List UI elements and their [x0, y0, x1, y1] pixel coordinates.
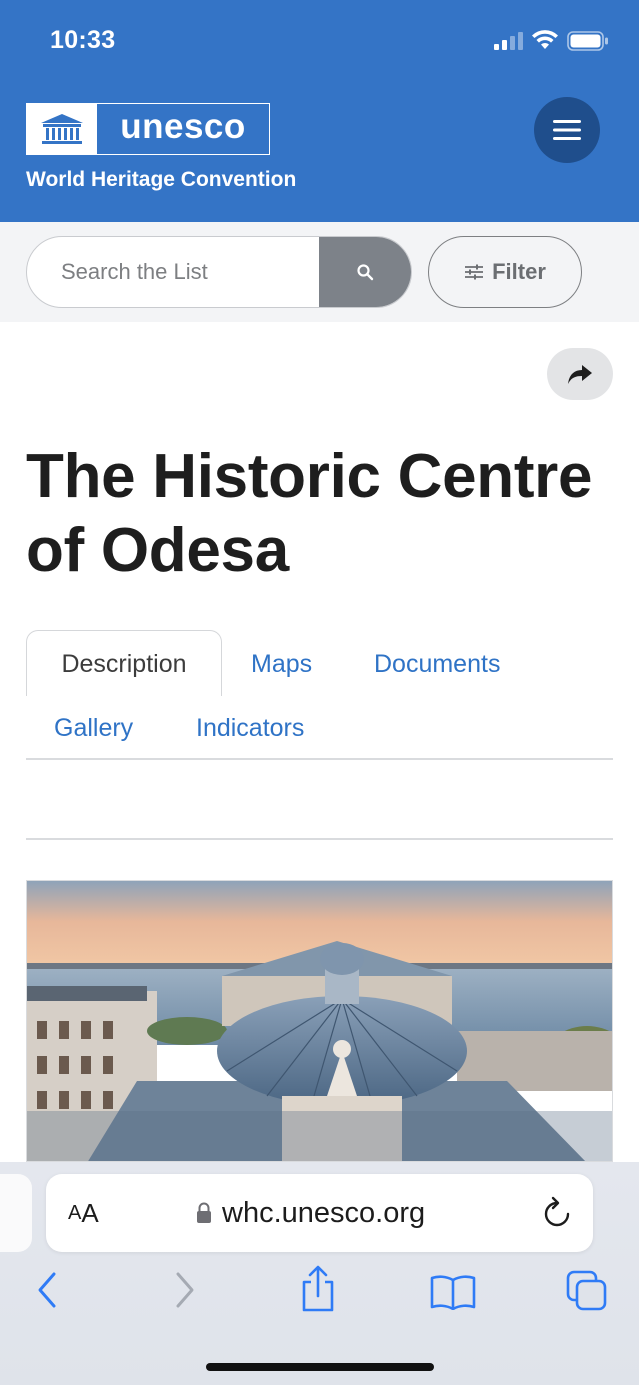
logo-wordmark: unesco: [120, 107, 246, 146]
status-time: 10:33: [50, 26, 116, 54]
menu-button[interactable]: [534, 97, 600, 163]
search-bar: Filter: [0, 222, 639, 322]
previous-tab-preview[interactable]: [0, 1174, 32, 1252]
wifi-icon: [532, 30, 558, 49]
lock-icon: [197, 1202, 211, 1223]
cellular-signal-icon: [494, 32, 524, 50]
reader-settings-button[interactable]: AAAA: [68, 1174, 99, 1252]
address-bar[interactable]: AAAA whc.unesco.org: [46, 1174, 593, 1252]
site-subtitle: World Heritage Convention: [26, 168, 297, 191]
page-title: The Historic Centre of Odesa: [26, 442, 593, 585]
unesco-logo[interactable]: unesco: [26, 103, 270, 155]
tab-maps[interactable]: Maps: [251, 649, 312, 679]
back-icon[interactable]: [34, 1270, 60, 1310]
hamburger-icon: [553, 120, 581, 140]
tabs-icon[interactable]: [566, 1270, 608, 1312]
tab-indicators[interactable]: Indicators: [196, 713, 304, 743]
reload-icon[interactable]: [541, 1196, 573, 1230]
sliders-icon: [465, 264, 484, 280]
search-input[interactable]: [27, 237, 321, 307]
home-indicator: [206, 1363, 434, 1371]
url-display[interactable]: whc.unesco.org: [196, 1174, 425, 1252]
odesa-opera-house-photo: [27, 881, 612, 1161]
share-button[interactable]: [547, 348, 613, 400]
search-button[interactable]: [319, 237, 411, 307]
filter-button[interactable]: Filter: [428, 236, 582, 308]
url-text: whc.unesco.org: [222, 1196, 426, 1229]
tabs-divider: [26, 758, 613, 760]
tab-description[interactable]: Description: [26, 630, 222, 696]
filter-label: Filter: [492, 259, 546, 284]
tab-gallery[interactable]: Gallery: [54, 713, 133, 743]
tab-documents[interactable]: Documents: [374, 649, 500, 679]
section-divider: [26, 838, 613, 840]
forward-icon[interactable]: [172, 1270, 198, 1310]
hero-image[interactable]: [26, 880, 613, 1162]
browser-toolbar: AAAA whc.unesco.org: [0, 1162, 639, 1385]
temple-logo-icon: [27, 104, 97, 154]
search-field-wrapper: [26, 236, 412, 308]
battery-icon: [567, 31, 608, 51]
bookmarks-icon[interactable]: [430, 1274, 476, 1310]
site-header: 10:33 unesco World Heritage Convention: [0, 0, 639, 222]
share-icon[interactable]: [298, 1264, 338, 1314]
search-icon: [357, 264, 374, 281]
share-arrow-icon: [568, 365, 592, 384]
